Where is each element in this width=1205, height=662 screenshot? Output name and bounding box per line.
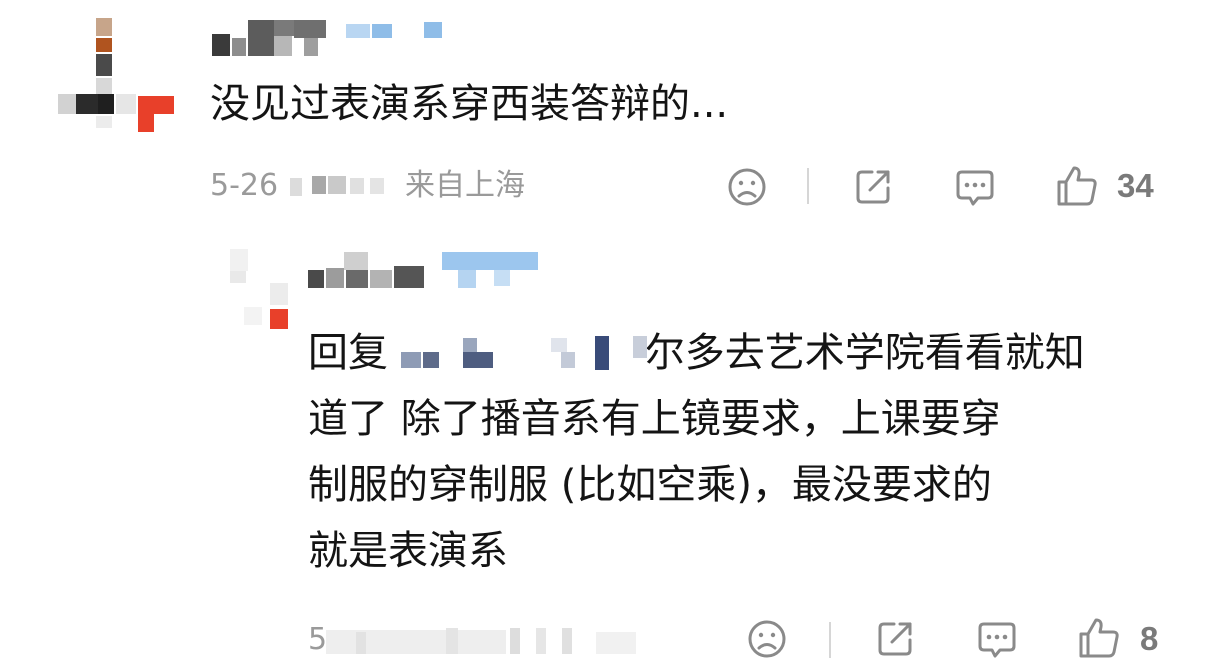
comment-text: 没见过表演系穿西装答辩的... [210,81,729,127]
share-button[interactable] [850,164,896,210]
share-icon [856,170,890,204]
replier-avatar[interactable] [230,245,290,335]
dislike-button[interactable] [724,164,770,210]
sad-face-icon [728,168,766,206]
reply-comment-button[interactable] [974,616,1020,662]
reply-dislike-button[interactable] [744,616,790,662]
reply-mention-blurred[interactable] [400,330,651,380]
share-icon [878,622,912,656]
reply-prefix: 回复 [308,330,388,376]
thumbs-up-icon [1079,618,1119,658]
reply-like-button[interactable] [1076,614,1122,662]
reply-line-3: 制服的穿制服 (比如空乘)，最没要求的 [308,462,992,508]
comment-bubble-icon [956,170,994,206]
comment-like-count: 34 [1117,167,1154,204]
reply-time-location-blurred [326,624,656,658]
comment-date: 5-26 [210,168,279,203]
commenter-username[interactable] [212,14,452,60]
comment-time-blurred [290,172,400,200]
comment-location: 来自上海 [405,168,525,203]
reply-share-button[interactable] [872,616,918,662]
reply-action-divider [829,622,831,658]
comment-bubble-icon [978,622,1016,658]
commenter-avatar[interactable] [58,18,178,138]
reply-line-4: 就是表演系 [308,528,508,574]
reply-text: 回复 尔多去艺术学院看看就知 道了 除了播音系有上镜要求，上课要穿 制服的穿制服… [308,320,1168,584]
reply-line-2: 道了 除了播音系有上镜要求，上课要穿 [308,396,1001,442]
sad-face-icon [748,620,786,658]
comment-button[interactable] [952,164,998,210]
comment-action-divider [807,168,809,204]
reply-line-1: 尔多去艺术学院看看就知 [644,330,1085,376]
thumbs-up-icon [1057,166,1097,206]
reply-like-count: 8 [1140,620,1159,657]
like-button[interactable] [1054,162,1100,210]
reply-date: 5 [308,622,328,657]
replier-username[interactable] [308,250,548,290]
